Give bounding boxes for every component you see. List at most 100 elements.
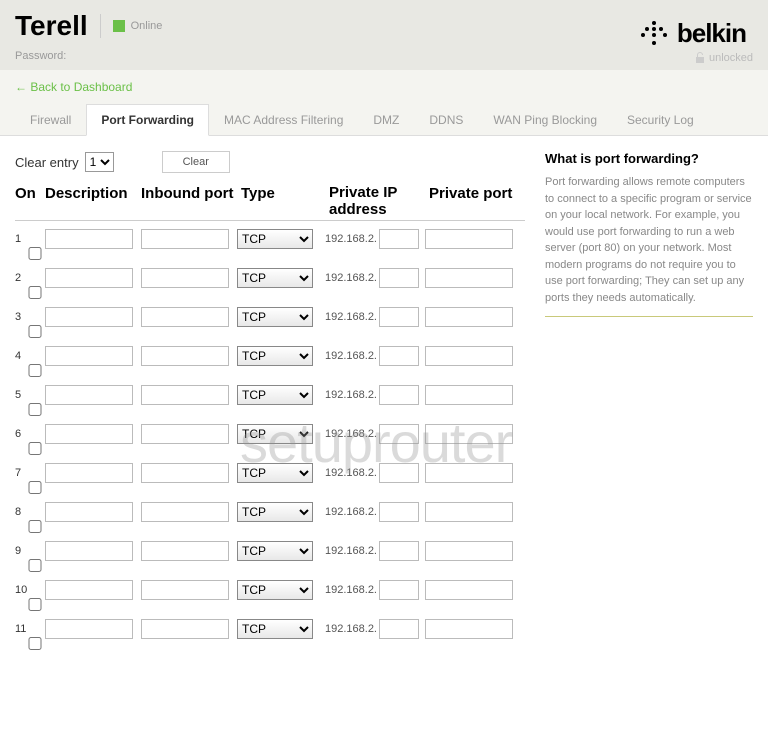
type-select[interactable]: TCP xyxy=(237,307,313,327)
brand-text: belkin xyxy=(677,18,746,49)
ip-prefix: 192.168.2. xyxy=(325,233,377,245)
ip-prefix: 192.168.2. xyxy=(325,428,377,440)
description-input[interactable] xyxy=(45,385,133,405)
password-label: Password: xyxy=(15,50,753,62)
private-ip-input[interactable] xyxy=(379,268,419,288)
private-ip-input[interactable] xyxy=(379,385,419,405)
inbound-port-input[interactable] xyxy=(141,580,229,600)
enable-checkbox[interactable] xyxy=(25,520,45,533)
private-ip-input[interactable] xyxy=(379,307,419,327)
clear-entry-select[interactable]: 1 xyxy=(85,152,114,172)
inbound-port-input[interactable] xyxy=(141,502,229,522)
tab-port-forwarding[interactable]: Port Forwarding xyxy=(86,104,209,136)
type-select[interactable]: TCP xyxy=(237,502,313,522)
private-ip-input[interactable] xyxy=(379,619,419,639)
ip-prefix: 192.168.2. xyxy=(325,506,377,518)
type-select[interactable]: TCP xyxy=(237,619,313,639)
enable-checkbox[interactable] xyxy=(25,637,45,650)
type-select[interactable]: TCP xyxy=(237,385,313,405)
description-input[interactable] xyxy=(45,619,133,639)
enable-checkbox[interactable] xyxy=(25,442,45,455)
enable-checkbox[interactable] xyxy=(25,247,45,260)
private-port-input[interactable] xyxy=(425,385,513,405)
tab-firewall[interactable]: Firewall xyxy=(15,104,86,135)
inbound-port-input[interactable] xyxy=(141,619,229,639)
row-number: 11 xyxy=(15,619,45,635)
col-description: Description xyxy=(45,185,141,218)
tab-ddns[interactable]: DDNS xyxy=(414,104,478,135)
logo-dots-icon xyxy=(641,21,669,47)
private-ip-input[interactable] xyxy=(379,541,419,561)
private-port-input[interactable] xyxy=(425,424,513,444)
inbound-port-input[interactable] xyxy=(141,268,229,288)
row-number: 7 xyxy=(15,463,45,479)
ip-prefix: 192.168.2. xyxy=(325,545,377,557)
enable-checkbox[interactable] xyxy=(25,598,45,611)
tab-dmz[interactable]: DMZ xyxy=(358,104,414,135)
row-number: 6 xyxy=(15,424,45,440)
lock-status-text: unlocked xyxy=(709,52,753,64)
divider xyxy=(100,14,101,38)
type-select[interactable]: TCP xyxy=(237,463,313,483)
row-number: 4 xyxy=(15,346,45,362)
description-input[interactable] xyxy=(45,580,133,600)
description-input[interactable] xyxy=(45,268,133,288)
enable-checkbox[interactable] xyxy=(25,403,45,416)
enable-checkbox[interactable] xyxy=(25,286,45,299)
private-port-input[interactable] xyxy=(425,346,513,366)
private-ip-input[interactable] xyxy=(379,463,419,483)
type-select[interactable]: TCP xyxy=(237,424,313,444)
enable-checkbox[interactable] xyxy=(25,559,45,572)
tab-wan-ping[interactable]: WAN Ping Blocking xyxy=(478,104,612,135)
description-input[interactable] xyxy=(45,463,133,483)
private-port-input[interactable] xyxy=(425,619,513,639)
description-input[interactable] xyxy=(45,346,133,366)
private-port-input[interactable] xyxy=(425,229,513,249)
inbound-port-input[interactable] xyxy=(141,346,229,366)
private-ip-input[interactable] xyxy=(379,502,419,522)
col-inbound: Inbound port xyxy=(141,185,241,218)
table-row: 6 TCP 192.168.2. xyxy=(15,424,525,455)
clear-button[interactable]: Clear xyxy=(162,151,230,173)
enable-checkbox[interactable] xyxy=(25,325,45,338)
description-input[interactable] xyxy=(45,307,133,327)
type-select[interactable]: TCP xyxy=(237,580,313,600)
row-number: 8 xyxy=(15,502,45,518)
tab-security-log[interactable]: Security Log xyxy=(612,104,709,135)
type-select[interactable]: TCP xyxy=(237,346,313,366)
status-block: Online xyxy=(113,20,163,32)
inbound-port-input[interactable] xyxy=(141,229,229,249)
enable-checkbox[interactable] xyxy=(25,364,45,377)
enable-checkbox[interactable] xyxy=(25,481,45,494)
inbound-port-input[interactable] xyxy=(141,385,229,405)
description-input[interactable] xyxy=(45,502,133,522)
back-bar: ← Back to Dashboard xyxy=(0,70,768,104)
private-port-input[interactable] xyxy=(425,463,513,483)
private-ip-input[interactable] xyxy=(379,424,419,444)
private-port-input[interactable] xyxy=(425,307,513,327)
type-select[interactable]: TCP xyxy=(237,541,313,561)
inbound-port-input[interactable] xyxy=(141,463,229,483)
private-ip-input[interactable] xyxy=(379,229,419,249)
private-ip-input[interactable] xyxy=(379,580,419,600)
private-port-input[interactable] xyxy=(425,268,513,288)
description-input[interactable] xyxy=(45,541,133,561)
private-port-input[interactable] xyxy=(425,541,513,561)
private-ip-input[interactable] xyxy=(379,346,419,366)
type-select[interactable]: TCP xyxy=(237,268,313,288)
back-to-dashboard-link[interactable]: ← Back to Dashboard xyxy=(15,80,132,94)
tab-mac-filtering[interactable]: MAC Address Filtering xyxy=(209,104,358,135)
table-row: 5TCP192.168.2. xyxy=(15,385,525,416)
description-input[interactable] xyxy=(45,424,133,444)
col-ip: Private IP address xyxy=(329,185,429,218)
inbound-port-input[interactable] xyxy=(141,541,229,561)
table-row: 3TCP192.168.2. xyxy=(15,307,525,338)
type-select[interactable]: TCP xyxy=(237,229,313,249)
private-port-input[interactable] xyxy=(425,502,513,522)
inbound-port-input[interactable] xyxy=(141,307,229,327)
table-row: 9TCP192.168.2. xyxy=(15,541,525,572)
inbound-port-input[interactable] xyxy=(141,424,229,444)
description-input[interactable] xyxy=(45,229,133,249)
clear-entry-label: Clear entry xyxy=(15,155,79,170)
private-port-input[interactable] xyxy=(425,580,513,600)
